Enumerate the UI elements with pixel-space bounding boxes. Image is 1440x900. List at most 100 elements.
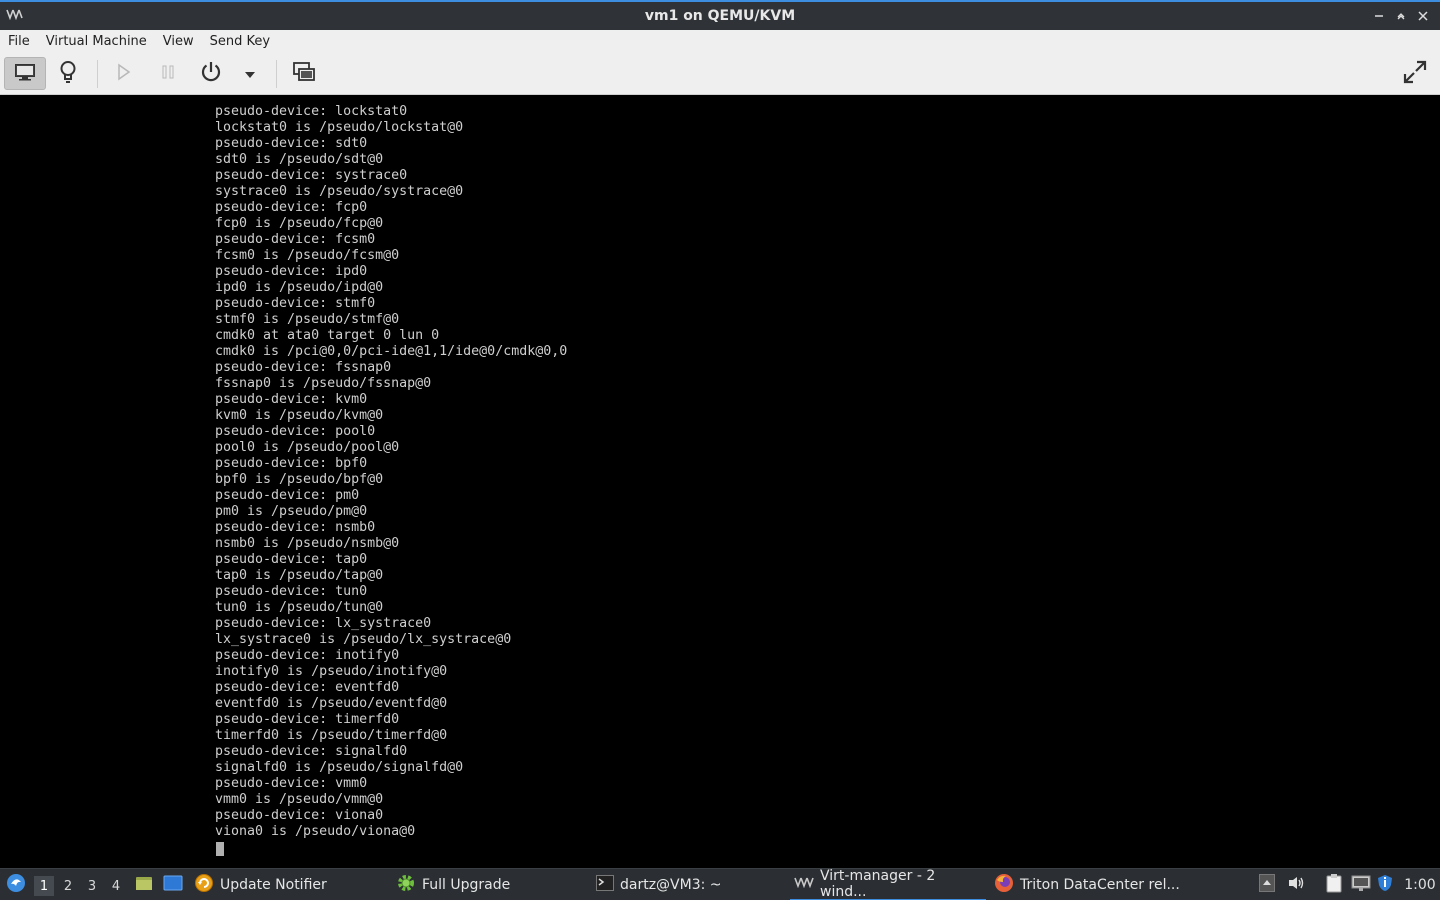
console-line: pseudo-device: timerfd0 <box>215 712 400 727</box>
lightbulb-icon <box>59 60 77 88</box>
menu-virtual-machine[interactable]: Virtual Machine <box>38 34 155 49</box>
task-label: Update Notifier <box>220 877 327 893</box>
pause-button[interactable] <box>154 57 182 90</box>
console-line: pseudo-device: viona0 <box>215 808 384 823</box>
start-menu-icon <box>5 872 27 898</box>
console-line: pseudo-device: bpf0 <box>215 456 368 471</box>
console-line: pseudo-device: ipd0 <box>215 264 368 279</box>
pause-icon <box>161 64 175 84</box>
workspace-1[interactable]: 1 <box>34 876 54 896</box>
network-icon <box>1351 874 1371 896</box>
shutdown-menu-button[interactable] <box>238 57 262 90</box>
virt-manager-app-icon[interactable] <box>6 8 24 22</box>
clipboard-icon <box>1325 873 1343 897</box>
taskbar: 1 2 3 4 Update Notifier Full Upgrade dar… <box>0 868 1440 900</box>
console-line: pseudo-device: kvm0 <box>215 392 368 407</box>
restore-icon[interactable] <box>1390 6 1412 26</box>
console-line: sdt0 is /pseudo/sdt@0 <box>215 152 384 167</box>
console-view-button[interactable] <box>4 57 46 90</box>
console-line: systrace0 is /pseudo/systrace@0 <box>215 184 464 199</box>
menu-file[interactable]: File <box>0 34 38 49</box>
vm-console[interactable]: pseudo-device: lockstat0 lockstat0 is /ps… <box>0 95 1440 868</box>
clock[interactable]: 1:00 <box>1402 869 1438 900</box>
desktop-icon <box>163 875 183 895</box>
task-virt-manager[interactable]: Virt-manager - 2 wind... <box>790 868 986 900</box>
toolbar-separator <box>276 60 277 88</box>
console-line: pseudo-device: systrace0 <box>215 168 408 183</box>
console-output: pseudo-device: lockstat0 lockstat0 is /ps… <box>215 104 567 840</box>
console-line: pseudo-device: fcp0 <box>215 200 368 215</box>
console-line: pseudo-device: tun0 <box>215 584 368 599</box>
console-line: lx_systrace0 is /pseudo/lx_systrace@0 <box>215 632 512 647</box>
workspace-4[interactable]: 4 <box>106 876 126 896</box>
menu-send-key[interactable]: Send Key <box>202 34 278 49</box>
console-line: pseudo-device: stmf0 <box>215 296 376 311</box>
console-line: cmdk0 is /pci@0,0/pci-ide@1,1/ide@0/cmdk… <box>215 344 568 359</box>
console-line: pseudo-device: signalfd0 <box>215 744 408 759</box>
task-firefox[interactable]: Triton DataCenter rel... <box>994 869 1190 900</box>
toolbar <box>0 52 1440 95</box>
console-line: fssnap0 is /pseudo/fssnap@0 <box>215 376 432 391</box>
console-line: pseudo-device: nsmb0 <box>215 520 376 535</box>
fullscreen-icon <box>1402 59 1428 89</box>
console-line: pseudo-device: tap0 <box>215 552 368 567</box>
task-label: dartz@VM3: ~ <box>620 877 722 893</box>
console-line: nsmb0 is /pseudo/nsmb@0 <box>215 536 400 551</box>
console-line: ipd0 is /pseudo/ipd@0 <box>215 280 384 295</box>
console-line: pm0 is /pseudo/pm@0 <box>215 504 368 519</box>
workspace-2[interactable]: 2 <box>58 876 78 896</box>
console-line: pseudo-device: eventfd0 <box>215 680 400 695</box>
console-line: pseudo-device: lx_systrace0 <box>215 616 432 631</box>
window-titlebar[interactable]: vm1 on QEMU/KVM <box>0 0 1440 30</box>
task-update-notifier[interactable]: Update Notifier <box>194 869 390 900</box>
update-notifier-icon <box>194 873 214 897</box>
window-title: vm1 on QEMU/KVM <box>644 8 796 24</box>
gear-icon <box>396 873 416 897</box>
snapshots-icon <box>293 61 315 86</box>
chevron-up-icon <box>1259 874 1275 896</box>
folder-icon <box>135 875 153 895</box>
task-terminal[interactable]: dartz@VM3: ~ <box>596 869 786 900</box>
start-menu-button[interactable] <box>4 869 28 900</box>
virt-manager-icon <box>794 876 814 892</box>
snapshots-button[interactable] <box>290 57 318 90</box>
tray-scroll-button[interactable] <box>1258 874 1276 896</box>
show-desktop-launcher[interactable] <box>162 869 184 900</box>
console-line: viona0 is /pseudo/viona@0 <box>215 824 416 839</box>
run-button[interactable] <box>110 57 138 90</box>
task-full-upgrade[interactable]: Full Upgrade <box>396 869 588 900</box>
power-icon <box>199 60 223 88</box>
console-line: pseudo-device: fcsm0 <box>215 232 376 247</box>
info-shield-icon <box>1377 874 1393 896</box>
task-label: Virt-manager - 2 wind... <box>820 868 936 900</box>
play-icon <box>117 63 131 85</box>
volume-control[interactable] <box>1286 875 1306 895</box>
terminal-icon <box>596 875 614 895</box>
console-line: lockstat0 is /pseudo/lockstat@0 <box>215 120 464 135</box>
task-label: Full Upgrade <box>422 877 511 893</box>
close-icon[interactable] <box>1412 6 1434 26</box>
shutdown-button[interactable] <box>196 57 226 90</box>
file-manager-launcher[interactable] <box>134 869 154 900</box>
minimize-icon[interactable] <box>1368 6 1390 26</box>
menu-view[interactable]: View <box>155 34 202 49</box>
chevron-down-icon <box>244 64 256 83</box>
console-line: fcp0 is /pseudo/fcp@0 <box>215 216 384 231</box>
network-tray[interactable] <box>1350 875 1372 895</box>
clipboard-tray[interactable] <box>1324 873 1344 897</box>
console-line: pseudo-device: sdt0 <box>215 136 368 151</box>
fullscreen-button[interactable] <box>1398 57 1432 90</box>
console-line: eventfd0 is /pseudo/eventfd@0 <box>215 696 448 711</box>
console-cursor <box>216 842 224 856</box>
firefox-icon <box>994 873 1014 897</box>
updates-tray[interactable] <box>1376 875 1394 895</box>
console-line: tap0 is /pseudo/tap@0 <box>215 568 384 583</box>
console-view-icon <box>14 63 36 85</box>
workspace-3[interactable]: 3 <box>82 876 102 896</box>
console-line: cmdk0 at ata0 target 0 lun 0 <box>215 328 440 343</box>
toolbar-separator <box>97 60 98 88</box>
details-view-button[interactable] <box>52 57 84 90</box>
menu-bar: File Virtual Machine View Send Key <box>0 30 1440 52</box>
console-line: pseudo-device: pm0 <box>215 488 360 503</box>
console-line: pseudo-device: pool0 <box>215 424 376 439</box>
